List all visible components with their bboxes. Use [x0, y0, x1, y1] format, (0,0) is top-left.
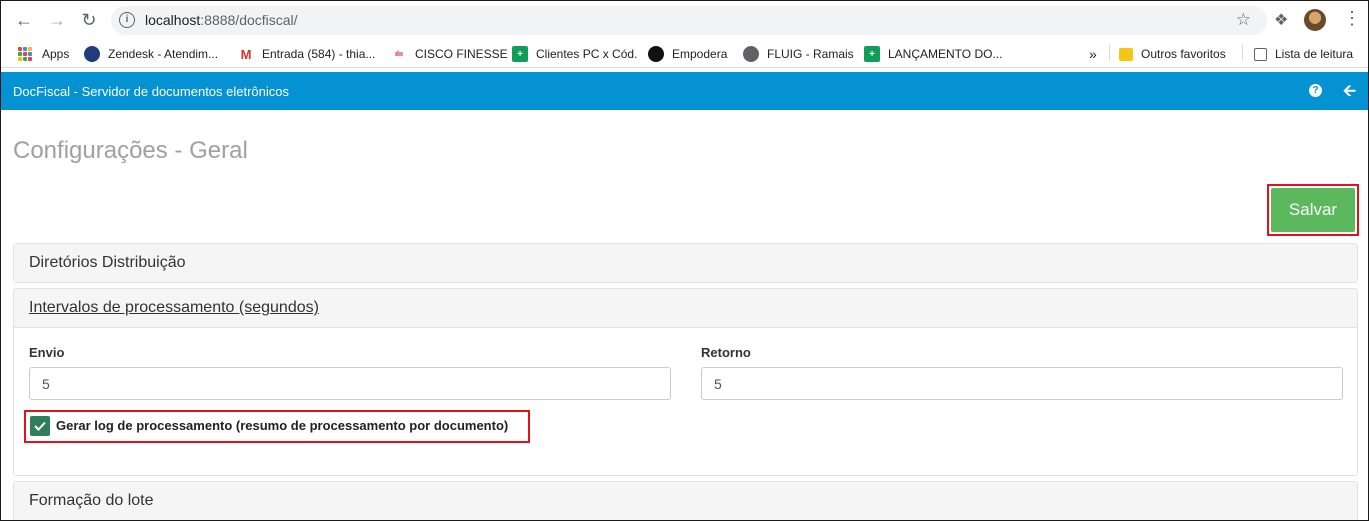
bookmark-divider — [1109, 45, 1110, 61]
bookmark-fluig[interactable]: FLUIG - Ramais — [743, 45, 854, 63]
envio-input[interactable] — [29, 367, 671, 400]
bookmark-apps[interactable]: Apps — [18, 45, 69, 63]
cisco-icon: ılıı — [391, 46, 407, 62]
page-title: Configurações - Geral — [13, 137, 248, 164]
bookmark-zendesk[interactable]: Zendesk - Atendim... — [84, 45, 218, 63]
reading-list-icon — [1254, 47, 1267, 61]
bookmark-empodera[interactable]: Empodera — [648, 45, 727, 63]
browser-window: ← → ↻ i localhost:8888/docfiscal/ ☆ ❖ ⋮ … — [0, 0, 1369, 521]
forward-arrow-icon[interactable]: → — [46, 9, 68, 31]
bookmark-label: Entrada (584) - thia... — [262, 47, 376, 61]
bookmark-clientes[interactable]: + Clientes PC x Cód. — [512, 45, 637, 63]
bookmark-other-favorites[interactable]: Outros favoritos — [1119, 45, 1226, 63]
panel-distribution-header[interactable]: Diretórios Distribuição — [14, 244, 1357, 282]
apps-grid-icon — [18, 47, 32, 61]
envio-label: Envio — [29, 345, 65, 360]
save-button[interactable]: Salvar — [1271, 188, 1355, 232]
sheets-icon: + — [512, 46, 528, 62]
help-icon[interactable]: ? — [1309, 84, 1322, 97]
bookmark-label: Outros favoritos — [1141, 47, 1226, 61]
bookmark-label: Empodera — [672, 47, 728, 61]
bookmark-lancamento[interactable]: + LANÇAMENTO DO... — [864, 45, 1002, 63]
retorno-input[interactable] — [701, 367, 1343, 400]
bookmark-star-icon[interactable]: ☆ — [1236, 10, 1251, 30]
log-checkbox-label[interactable]: Gerar log de processamento (resumo de pr… — [56, 418, 508, 433]
avatar[interactable] — [1304, 9, 1326, 31]
panel-batch: Formação do lote — [13, 481, 1358, 520]
reading-list-button[interactable]: Lista de leitura — [1254, 45, 1353, 63]
sheets-icon: + — [864, 46, 880, 62]
bookmark-cisco[interactable]: ılıı CISCO FINESSE — [391, 45, 508, 63]
bookmark-label: Lista de leitura — [1275, 47, 1354, 61]
app-header: DocFiscal - Servidor de documentos eletr… — [1, 72, 1368, 110]
panel-intervals-body — [14, 327, 1357, 475]
url-text: localhost:8888/docfiscal/ — [145, 12, 298, 28]
reload-icon[interactable]: ↻ — [78, 9, 100, 31]
gmail-icon: M — [238, 46, 254, 62]
globe-icon — [743, 46, 759, 62]
bookmark-label: CISCO FINESSE — [415, 47, 508, 61]
zendesk-icon — [84, 46, 100, 62]
empodera-icon — [648, 46, 664, 62]
panel-distribution: Diretórios Distribuição — [13, 243, 1358, 283]
retorno-label: Retorno — [701, 345, 751, 360]
bookmarks-bar: Apps Zendesk - Atendim... M Entrada (584… — [1, 39, 1368, 68]
bookmark-label: Clientes PC x Cód. — [536, 47, 638, 61]
browser-menu-icon[interactable]: ⋮ — [1343, 8, 1361, 29]
app-title: DocFiscal - Servidor de documentos eletr… — [13, 84, 290, 99]
log-checkbox[interactable] — [30, 416, 50, 436]
address-bar[interactable]: i localhost:8888/docfiscal/ ☆ — [111, 6, 1267, 35]
bookmark-label: FLUIG - Ramais — [767, 47, 854, 61]
bookmark-gmail[interactable]: M Entrada (584) - thia... — [238, 45, 375, 63]
extensions-puzzle-icon[interactable]: ❖ — [1274, 10, 1288, 30]
site-info-icon[interactable]: i — [119, 12, 135, 28]
chevron-double-right-icon: » — [1089, 46, 1097, 62]
folder-icon — [1119, 47, 1133, 61]
panel-intervals-header[interactable]: Intervalos de processamento (segundos) — [14, 289, 1357, 327]
panel-batch-header[interactable]: Formação do lote — [14, 482, 1357, 520]
bookmark-divider — [1242, 45, 1243, 61]
browser-toolbar: ← → ↻ i localhost:8888/docfiscal/ ☆ ❖ ⋮ — [1, 1, 1368, 39]
bookmark-label: LANÇAMENTO DO... — [888, 47, 1003, 61]
arrow-left-icon[interactable]: 🡨 — [1343, 80, 1356, 107]
bookmark-label: Zendesk - Atendim... — [108, 47, 219, 61]
more-bookmarks-button[interactable]: » — [1089, 45, 1097, 63]
checkmark-icon — [34, 421, 46, 431]
back-arrow-icon[interactable]: ← — [13, 9, 35, 31]
bookmark-label: Apps — [42, 47, 70, 61]
